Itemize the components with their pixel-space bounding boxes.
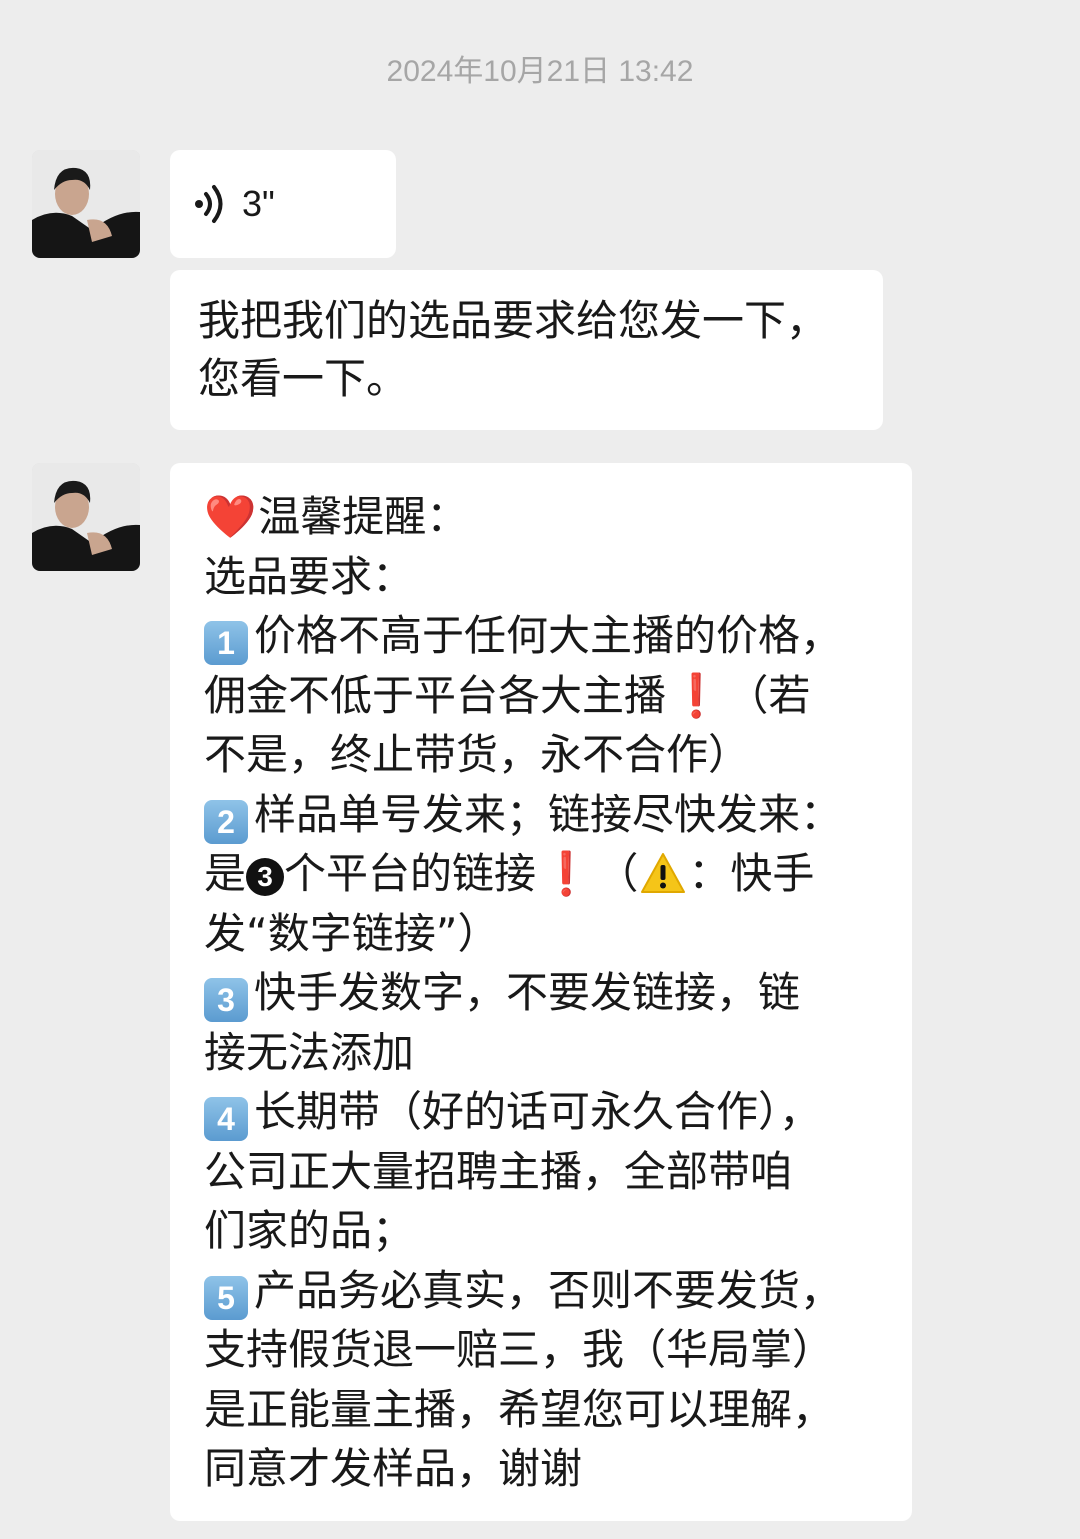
heart-icon: ❤️ <box>204 492 257 541</box>
reminder-title: 温馨提醒： <box>258 492 469 541</box>
keycap-4-icon: 4 <box>204 1097 248 1141</box>
item-1-text: （若 <box>726 670 811 720</box>
item-4-line: 4 长期带（好的话可永久合作）， <box>204 1082 894 1142</box>
item-2-line: 是 3 个平台的链接❗（ ：快手 <box>204 844 894 904</box>
voice-duration: 3" <box>242 183 275 224</box>
warning-icon <box>640 850 686 893</box>
item-2-line: 2 样品单号发来；链接尽快发来： <box>204 785 894 845</box>
message-timestamp: 2024年10月21日 13:42 <box>386 55 694 88</box>
item-5-text: 产品务必真实，否则不要发货， <box>254 1265 843 1315</box>
item-4-text: 长期带（好的话可永久合作）， <box>254 1087 822 1136</box>
circled-number-icon: 3 <box>246 858 285 896</box>
text-message-bubble[interactable]: 我把我们的选品要求给您发一下， 您看一下。 <box>170 270 883 430</box>
keycap-1-icon: 1 <box>204 621 248 665</box>
item-1-line: 不是，终止带货，永不合作） <box>204 730 751 779</box>
item-5-line: 支持假货退一赔三，我（华局掌） <box>204 1325 835 1374</box>
message-line: 您看一下。 <box>198 354 409 403</box>
sender-avatar[interactable] <box>32 463 140 571</box>
reminder-subtitle: 选品要求： <box>204 551 415 601</box>
item-2-line: 发“数字链接”） <box>204 908 500 958</box>
keycap-3-icon: 3 <box>204 978 248 1022</box>
keycap-5-icon: 5 <box>204 1275 248 1320</box>
avatar-photo-icon <box>32 463 140 571</box>
keycap-2-icon: 2 <box>204 799 248 844</box>
exclamation-icon: ❗ <box>540 849 593 898</box>
chat-window: 2024年10月21日 13:42 3" 我把我们的选品要求给您发一下， 您看一… <box>0 0 1080 1539</box>
item-5-line: 同意才发样品，谢谢 <box>204 1444 583 1493</box>
item-5-line: 是正能量主播，希望您可以理解， <box>204 1384 835 1434</box>
message-line: 我把我们的选品要求给您发一下， <box>198 296 829 345</box>
item-4-line: 们家的品； <box>204 1206 415 1255</box>
item-1-line: 佣金不低于平台各大主播❗（若 <box>204 666 894 726</box>
item-1-text: 价格不高于任何大主播的价格， <box>254 611 843 660</box>
item-2-text: 样品单号发来；链接尽快发来： <box>254 789 843 839</box>
reminder-message-bubble[interactable]: ❤️温馨提醒： 选品要求： 1 价格不高于任何大主播的价格， 佣金不低于平台各大主… <box>170 463 912 1521</box>
item-2-text: ：快手 <box>688 849 815 898</box>
voice-wave-icon <box>192 184 228 224</box>
item-3-text: 快手发数字，不要发链接，链 <box>254 968 801 1017</box>
reminder-title-line: ❤️温馨提醒： <box>204 487 894 547</box>
exclamation-icon: ❗ <box>670 670 723 720</box>
item-4-line: 公司正大量招聘主播，全部带咱 <box>204 1146 793 1196</box>
item-2-text: 是 <box>204 849 247 898</box>
item-1-line: 1 价格不高于任何大主播的价格， <box>204 606 894 666</box>
item-2-text: 个平台的链接 <box>284 849 537 898</box>
item-2-text: （ <box>596 849 639 898</box>
sender-avatar[interactable] <box>32 150 140 258</box>
item-3-line: 3 快手发数字，不要发链接，链 <box>204 963 894 1023</box>
item-5-line: 5 产品务必真实，否则不要发货， <box>204 1261 894 1321</box>
voice-message-bubble[interactable]: 3" <box>170 150 396 258</box>
avatar-photo-icon <box>32 150 140 258</box>
item-1-text: 佣金不低于平台各大主播 <box>204 670 667 720</box>
item-3-line: 接无法添加 <box>204 1027 415 1077</box>
